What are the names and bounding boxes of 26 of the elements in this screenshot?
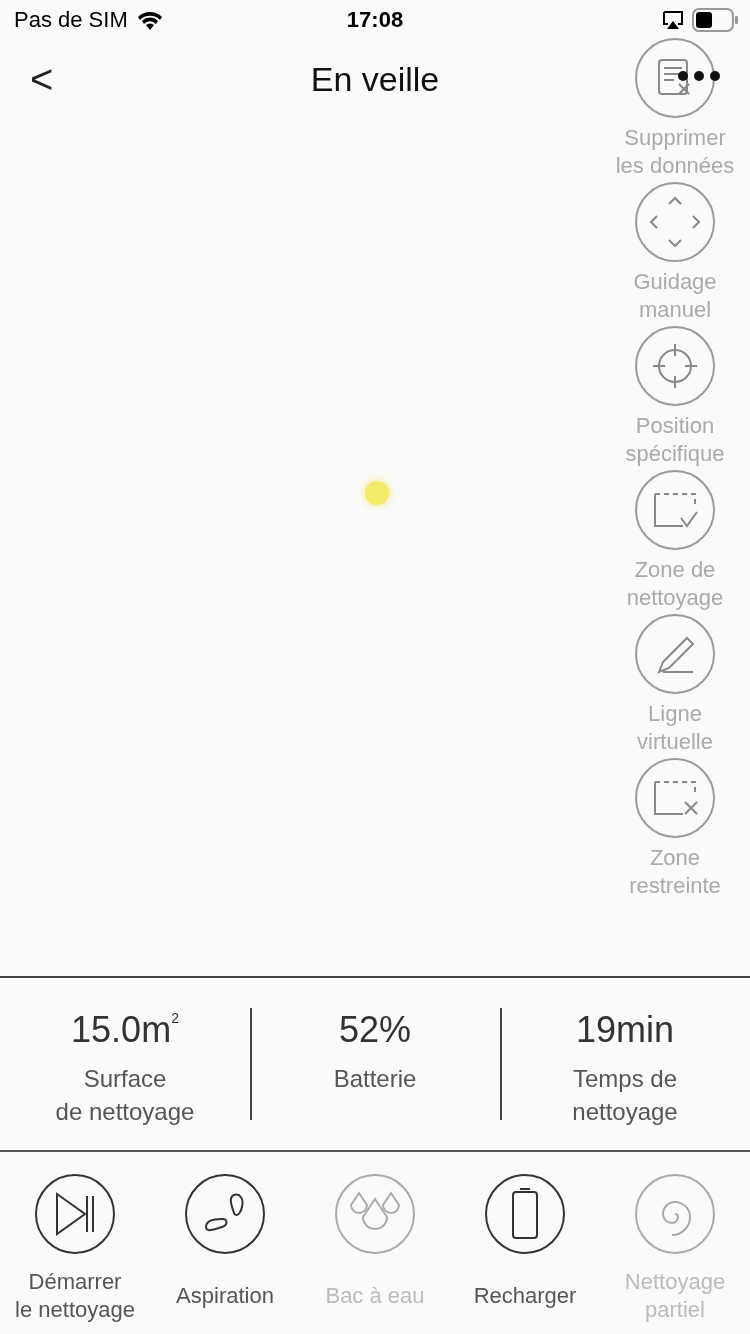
crosshair-icon	[650, 341, 700, 391]
direction-arrows-icon	[647, 194, 703, 250]
more-icon[interactable]	[678, 71, 720, 81]
battery-icon	[692, 8, 738, 32]
stat-value: 19min	[575, 1008, 675, 1052]
action-button[interactable]: Démarrer le nettoyage	[0, 1174, 150, 1334]
battery-icon	[509, 1186, 541, 1242]
stat-value: 52%	[338, 1008, 412, 1052]
map-tool-button[interactable]: Position spécifique	[625, 326, 725, 470]
map-tool-button[interactable]: Zone restreinte	[629, 758, 721, 902]
page-title: En veille	[309, 59, 441, 99]
play-pause-icon	[53, 1190, 97, 1238]
map-tool-button[interactable]: Zone de nettoyage	[626, 470, 724, 614]
map-tool-button[interactable]: Supprimer les données	[615, 38, 735, 182]
back-button[interactable]: <	[0, 56, 54, 102]
action-button[interactable]: Recharger	[450, 1174, 600, 1334]
stat-label: Surface de nettoyage	[55, 1064, 195, 1127]
wifi-icon	[135, 10, 164, 30]
robot-marker	[365, 481, 389, 505]
airplay-icon	[662, 10, 684, 30]
carrier-label: Pas de SIM	[14, 7, 128, 33]
stat-value: 15.0m$^{2}$	[71, 1008, 179, 1052]
clock: 17:08	[345, 7, 405, 33]
stat-label: Temps de nettoyage	[572, 1064, 678, 1127]
stat-label: Batterie	[333, 1064, 417, 1094]
action-button[interactable]: Aspiration	[150, 1174, 300, 1334]
